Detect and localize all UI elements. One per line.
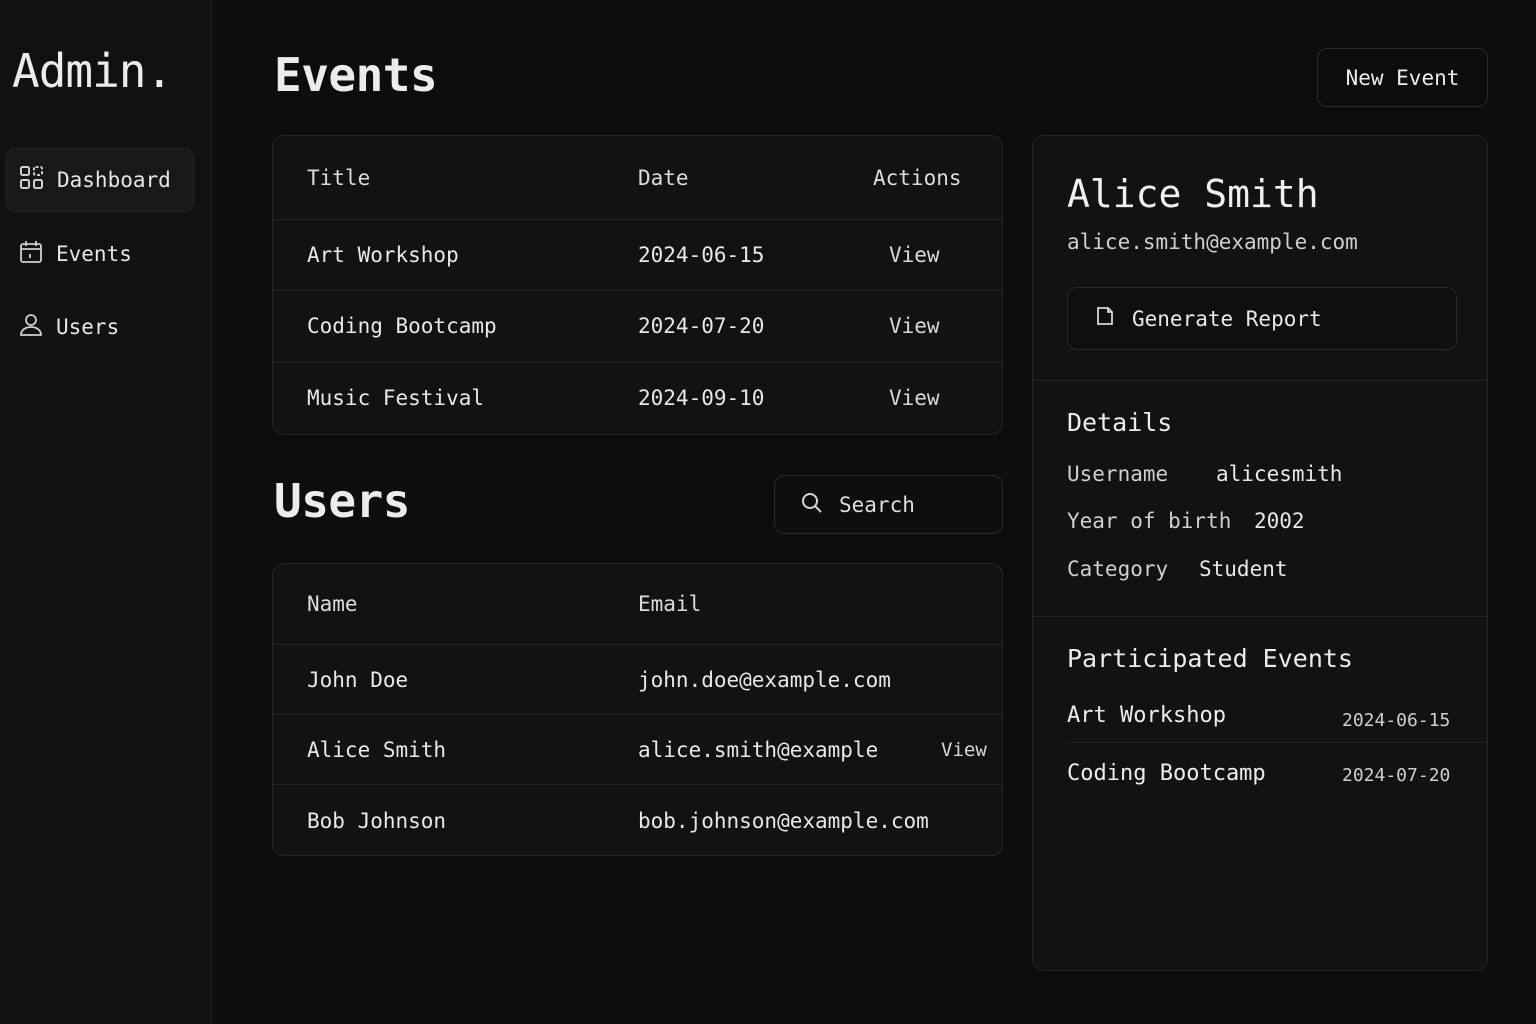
events-table: Title Date Actions Art Workshop 2024-06-… — [272, 135, 1003, 435]
table-header: Name Email — [273, 564, 1002, 644]
search-box — [774, 475, 1003, 534]
user-name: Alice Smith — [307, 737, 447, 762]
detail-label-year-of-birth: Year of birth — [1067, 509, 1232, 533]
table-row: Music Festival 2024-09-10 View — [273, 362, 1002, 433]
participated-event-date: 2024-07-20 — [1342, 765, 1451, 786]
participated-event-title: Coding Bootcamp — [1067, 761, 1266, 786]
view-event-link[interactable]: View — [889, 220, 940, 290]
column-header-email: Email — [638, 592, 702, 616]
sidebar-item-dashboard[interactable]: Dashboard — [6, 148, 194, 212]
profile-email: alice.smith@example.com — [1067, 230, 1358, 254]
details-title: Details — [1067, 408, 1173, 437]
user-detail-panel: Alice Smith alice.smith@example.com Gene… — [1032, 135, 1488, 971]
divider — [1067, 742, 1487, 743]
user-name: Bob Johnson — [307, 809, 447, 833]
calendar-icon — [18, 239, 44, 270]
divider — [1033, 616, 1487, 617]
detail-label-category: Category — [1067, 557, 1169, 581]
event-date: 2024-07-20 — [638, 314, 765, 338]
participated-event-date: 2024-06-15 — [1342, 710, 1451, 731]
event-title: Coding Bootcamp — [307, 314, 497, 338]
divider — [1033, 380, 1487, 381]
new-event-button[interactable]: New Event — [1317, 48, 1488, 107]
table-row[interactable]: Bob Johnson bob.johnson@example.com — [273, 784, 1002, 855]
table-row[interactable]: John Doe john.doe@example.com — [273, 644, 1002, 714]
participated-events-title: Participated Events — [1067, 644, 1353, 673]
section-title-users: Users — [274, 474, 410, 528]
event-title: Art Workshop — [307, 243, 459, 267]
table-row: Art Workshop 2024-06-15 View — [273, 219, 1002, 290]
detail-value-year-of-birth: 2002 — [1254, 509, 1305, 533]
sidebar: Admin. Dashboard Events Users — [0, 0, 212, 1024]
event-date: 2024-06-15 — [638, 243, 765, 267]
page-title: Events — [274, 48, 438, 102]
column-header-name: Name — [307, 592, 358, 616]
users-table: Name Email John Doe john.doe@example.com… — [272, 563, 1003, 856]
participated-event-title: Art Workshop — [1067, 703, 1226, 728]
grid-icon — [19, 165, 45, 196]
user-email: bob.johnson@example.com — [638, 809, 929, 833]
sidebar-item-label: Users — [56, 315, 120, 339]
event-title: Music Festival — [307, 386, 485, 410]
user-name: John Doe — [307, 667, 409, 692]
sidebar-item-label: Events — [56, 242, 132, 266]
table-header: Title Date Actions — [273, 136, 1002, 219]
user-email: john.doe@example.com — [638, 667, 891, 692]
user-email: alice.smith@example — [638, 737, 879, 762]
search-icon — [801, 492, 823, 518]
detail-value-category: Student — [1199, 557, 1288, 581]
view-event-link[interactable]: View — [889, 363, 940, 433]
detail-value-username: alicesmith — [1216, 462, 1343, 486]
detail-label-username: Username — [1067, 462, 1169, 486]
column-header-title: Title — [307, 165, 371, 190]
brand-logo: Admin. — [12, 44, 173, 98]
document-icon — [1094, 305, 1116, 332]
table-row[interactable]: Alice Smith alice.smith@example View — [273, 714, 1002, 784]
event-date: 2024-09-10 — [638, 386, 765, 410]
generate-report-label: Generate Report — [1132, 306, 1322, 331]
view-event-link[interactable]: View — [889, 291, 940, 361]
generate-report-button[interactable]: Generate Report — [1067, 287, 1457, 350]
sidebar-item-events[interactable]: Events — [6, 222, 194, 286]
profile-name: Alice Smith — [1067, 172, 1319, 216]
view-user-link[interactable]: View — [941, 715, 987, 784]
column-header-date: Date — [638, 165, 689, 190]
table-row: Coding Bootcamp 2024-07-20 View — [273, 290, 1002, 361]
sidebar-item-users[interactable]: Users — [6, 295, 194, 359]
sidebar-item-label: Dashboard — [57, 168, 171, 192]
user-icon — [18, 312, 44, 343]
column-header-actions: Actions — [873, 165, 962, 190]
search-input[interactable] — [839, 492, 989, 517]
